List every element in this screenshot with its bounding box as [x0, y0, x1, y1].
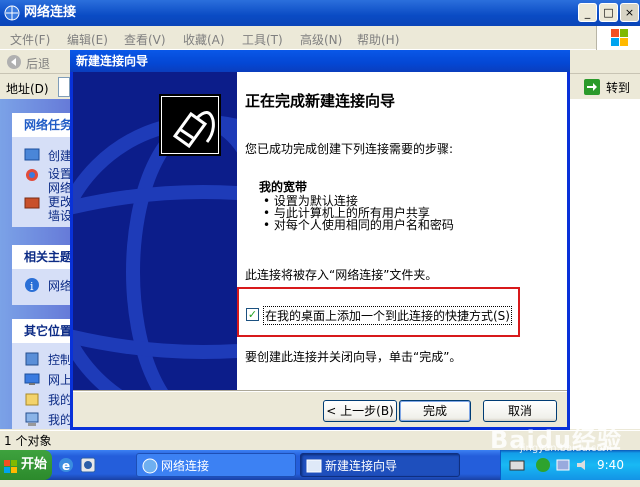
task-network-connections[interactable]: 网络连接	[136, 453, 296, 477]
baidu-watermark-url: jingyan.baidu.com	[520, 443, 613, 454]
dialog-separator	[73, 390, 567, 392]
address-input[interactable]	[58, 77, 70, 97]
task-pane: 网络任务 创建 设置 网络 更改 墙设 相关主题 i 网络 其它位置 控制 网上…	[0, 99, 80, 429]
other-link-control-panel[interactable]: 控制	[48, 351, 72, 368]
create-connection-icon	[24, 147, 40, 163]
network-tray-icon[interactable]	[555, 457, 571, 476]
menu-help[interactable]: 帮助(H)	[357, 31, 399, 48]
minimize-button[interactable]: _	[578, 3, 597, 22]
windows-flag-icon	[3, 457, 19, 487]
step-item: • 对每个人使用相同的用户名和密码	[263, 218, 454, 232]
finish-note: 要创建此连接并关闭向导，单击“完成”。	[245, 350, 462, 364]
maximize-button[interactable]: □	[599, 3, 618, 22]
control-panel-icon	[24, 351, 40, 367]
back-arrow-icon[interactable]	[6, 54, 22, 73]
main-window-title-bar[interactable]: 网络连接	[0, 0, 640, 26]
connections-list-area[interactable]	[570, 99, 640, 429]
my-documents-icon	[24, 391, 40, 407]
menu-view[interactable]: 查看(V)	[124, 31, 166, 48]
windows-logo-icon	[596, 26, 640, 50]
clock[interactable]: 9:40	[597, 458, 624, 472]
svg-text:i: i	[30, 280, 34, 293]
step-3: 对每个人使用相同的用户名和密码	[273, 218, 454, 232]
save-note: 此连接将被存入“网络连接”文件夹。	[245, 268, 438, 282]
back-label[interactable]: 后退	[26, 55, 50, 72]
connection-plug-icon	[159, 94, 221, 156]
network-task-icon	[142, 458, 158, 482]
shortcut-checkbox-label[interactable]: 在我的桌面上添加一个到此连接的快捷方式(S)	[263, 306, 512, 325]
task-label-network: 网络连接	[161, 459, 210, 473]
go-label: 转到	[606, 81, 631, 95]
wizard-title-bar[interactable]: 新建连接向导	[70, 50, 570, 72]
keyboard-icon[interactable]	[509, 458, 525, 475]
go-button[interactable]: 转到	[582, 77, 638, 97]
task-link-change-cont[interactable]: 墙设	[48, 207, 72, 224]
task-new-connection-wizard[interactable]: 新建连接向导	[300, 453, 460, 477]
my-computer-icon	[24, 411, 40, 427]
shortcut-checkbox[interactable]: ✓	[246, 308, 259, 321]
other-link-my-documents[interactable]: 我的	[48, 391, 72, 408]
wizard-heading: 正在完成新建连接向导	[245, 92, 396, 110]
main-window-title: 网络连接	[24, 5, 77, 20]
start-label: 开始	[21, 457, 48, 472]
related-link-network[interactable]: 网络	[48, 277, 72, 294]
other-link-my-computer[interactable]: 我的	[48, 411, 72, 428]
wizard-task-icon	[306, 458, 322, 482]
close-button[interactable]: ×	[620, 3, 639, 22]
finish-button[interactable]: 完成	[399, 400, 471, 422]
address-label: 地址(D)	[6, 82, 49, 96]
cancel-button[interactable]: 取消	[483, 400, 557, 422]
wizard-side-panel	[73, 72, 237, 390]
other-link-network-places[interactable]: 网上	[48, 371, 72, 388]
ie-quicklaunch-icon[interactable]: e	[58, 457, 74, 476]
menu-advanced[interactable]: 高级(N)	[300, 31, 342, 48]
go-arrow-icon	[584, 79, 600, 98]
wizard-intro: 您已成功完成创建下列连接需要的步骤:	[245, 142, 454, 156]
menu-edit[interactable]: 编辑(E)	[67, 31, 108, 48]
wizard-content: 正在完成新建连接向导 您已成功完成创建下列连接需要的步骤: 我的宽带 • 设置为…	[237, 72, 567, 390]
info-icon: i	[24, 277, 40, 293]
menu-tools[interactable]: 工具(T)	[242, 31, 283, 48]
outlook-quicklaunch-icon[interactable]	[80, 457, 96, 476]
svg-text:e: e	[62, 459, 70, 473]
menu-file[interactable]: 文件(F)	[10, 31, 50, 48]
start-button[interactable]: 开始	[0, 450, 52, 480]
firewall-icon	[24, 195, 40, 211]
menu-bar: 文件(F) 编辑(E) 查看(V) 收藏(A) 工具(T) 高级(N) 帮助(H…	[0, 26, 640, 50]
back-button[interactable]: < 上一步(B)	[323, 400, 397, 422]
task-link-create[interactable]: 创建	[48, 147, 72, 164]
security-shield-icon[interactable]	[535, 457, 551, 476]
task-label-wizard: 新建连接向导	[325, 459, 398, 473]
network-connections-icon	[4, 5, 20, 21]
network-places-icon	[24, 371, 40, 387]
volume-icon[interactable]	[575, 457, 591, 476]
menu-favorites[interactable]: 收藏(A)	[183, 31, 225, 48]
network-setup-icon	[24, 167, 40, 183]
